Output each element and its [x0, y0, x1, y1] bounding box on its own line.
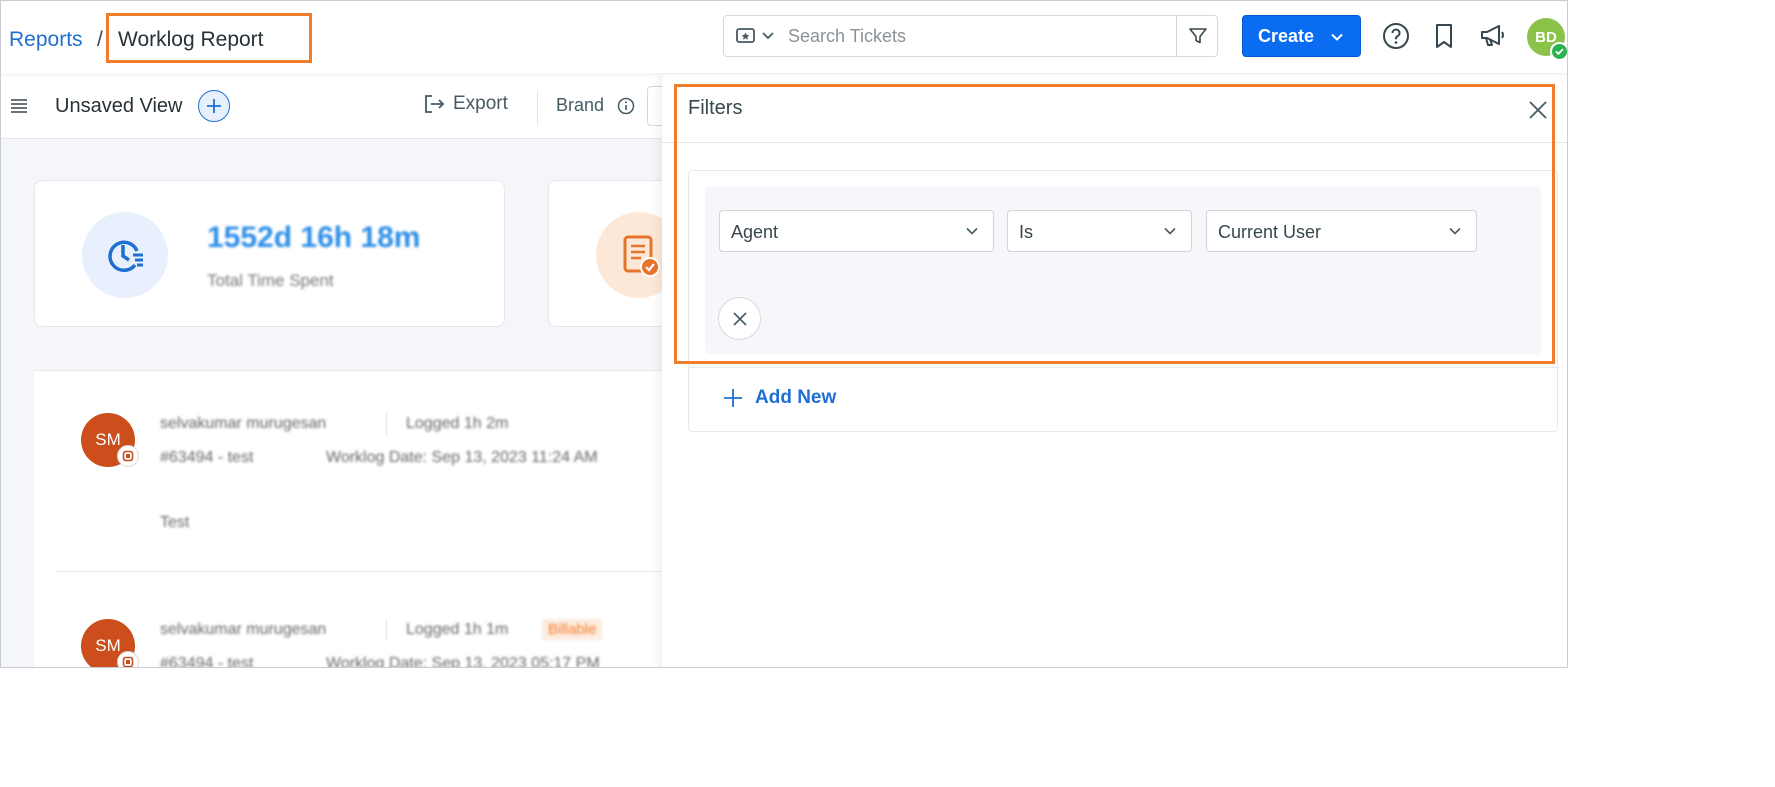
- megaphone-icon: [1481, 25, 1504, 46]
- worklog-duration: Logged 1h 2m: [406, 415, 509, 432]
- close-icon: [1529, 101, 1547, 119]
- help-icon: [1383, 23, 1409, 49]
- filters-title: Filters: [688, 97, 743, 119]
- plus-icon: [207, 99, 221, 113]
- bookmark-icon: [1436, 24, 1452, 48]
- worklog-ticket-link[interactable]: #63494 - test: [160, 449, 253, 467]
- meta-divider: [386, 619, 387, 641]
- source-badge-icon: [117, 651, 139, 667]
- filters-header-divider: [662, 142, 1567, 143]
- create-button[interactable]: Create: [1242, 15, 1361, 57]
- close-filters-button[interactable]: [1526, 98, 1550, 122]
- search-bar: [723, 15, 1218, 57]
- ticket-type-selector[interactable]: [734, 26, 778, 46]
- announcements-button[interactable]: [1478, 21, 1508, 51]
- chevron-down-icon: [1164, 227, 1176, 235]
- app-window: Reports / Worklog Report Create: [0, 0, 1568, 668]
- create-button-label: Create: [1258, 25, 1315, 46]
- add-new-label: Add New: [755, 387, 837, 408]
- meta-divider: [386, 413, 387, 435]
- add-view-button[interactable]: [198, 90, 230, 122]
- billable-badge: Billable: [542, 619, 603, 640]
- remove-rule-button[interactable]: [718, 297, 761, 340]
- worklog-duration: Logged 1h 1m: [406, 621, 509, 638]
- bookmark-button[interactable]: [1429, 21, 1459, 51]
- total-time-value: 1552d 16h 18m: [207, 221, 421, 254]
- worklog-author: selvakumar murugesan: [160, 415, 327, 432]
- source-badge-icon: [117, 445, 139, 467]
- close-icon: [732, 311, 747, 326]
- brand-filter-label: Brand: [556, 95, 605, 115]
- filter-rules-container: Agent Is Current User Add New: [688, 170, 1559, 432]
- breadcrumb-reports-link[interactable]: Reports: [9, 28, 83, 52]
- export-button[interactable]: Export: [423, 93, 508, 115]
- export-icon: [425, 95, 445, 113]
- breadcrumb-separator: /: [97, 28, 103, 51]
- total-time-card: 1552d 16h 18m Total Time Spent: [34, 180, 505, 327]
- toolbar-divider: [537, 91, 538, 125]
- add-rule-divider: [689, 367, 1559, 368]
- worklog-date: Worklog Date: Sep 13, 2023 11:24 AM: [326, 449, 598, 466]
- worklog-author: selvakumar murugesan: [160, 621, 327, 638]
- filter-value-select[interactable]: Current User: [1206, 210, 1477, 252]
- filters-panel: Filters Agent Is Current User Add New: [662, 74, 1567, 667]
- view-title: Unsaved View: [55, 95, 183, 117]
- top-header: Reports / Worklog Report Create: [1, 1, 1567, 73]
- add-new-filter-button[interactable]: Add New: [723, 387, 836, 409]
- chevron-down-icon: [966, 227, 978, 235]
- filter-field-value: Agent: [731, 222, 779, 242]
- view-menu-button[interactable]: [9, 96, 29, 121]
- brand-info-icon[interactable]: [617, 97, 635, 120]
- filter-operator-value: Is: [1019, 222, 1034, 242]
- search-filter-button[interactable]: [1176, 16, 1218, 56]
- worklog-date: Worklog Date: Sep 13, 2023 05:17 PM: [326, 655, 600, 668]
- clock-icon: [82, 212, 168, 298]
- total-time-label: Total Time Spent: [207, 271, 334, 290]
- hamburger-menu-icon: [11, 99, 27, 113]
- filter-field-select[interactable]: Agent: [719, 210, 994, 252]
- search-input[interactable]: [788, 24, 1168, 48]
- worklog-ticket-link[interactable]: #63494 - test: [160, 655, 253, 667]
- ticket-icon: [736, 28, 774, 43]
- filter-value-text: Current User: [1218, 222, 1322, 242]
- worklog-note: Test: [160, 514, 190, 531]
- filter-rule: Agent Is Current User: [705, 186, 1541, 354]
- chevron-down-icon: [1449, 227, 1461, 235]
- filter-operator-select[interactable]: Is: [1007, 210, 1192, 252]
- worklog-list: SM selvakumar murugesan Logged 1h 2m #63…: [34, 370, 734, 668]
- breadcrumb-current-page: Worklog Report: [106, 13, 312, 63]
- filter-icon: [1188, 28, 1207, 44]
- list-divider: [56, 571, 676, 572]
- help-button[interactable]: [1381, 21, 1411, 51]
- plus-icon: [724, 389, 742, 407]
- export-label: Export: [453, 93, 508, 114]
- chevron-down-icon: [1331, 33, 1343, 41]
- online-status-icon: [1550, 42, 1567, 61]
